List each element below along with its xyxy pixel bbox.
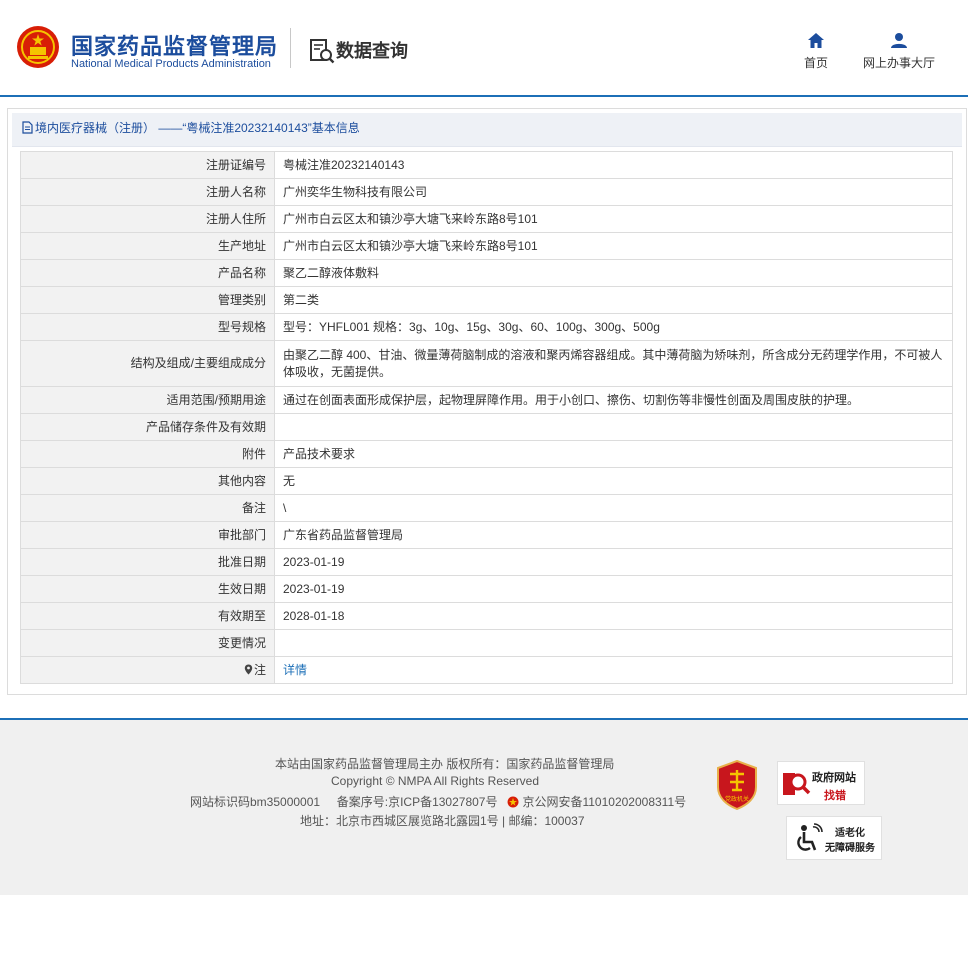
note-label-cell: 注	[20, 656, 275, 684]
row-value: 广东省药品监督管理局	[274, 521, 953, 549]
row-value: 第二类	[274, 286, 953, 314]
footer-copyright: Copyright © NMPA All Rights Reserved	[331, 774, 540, 788]
row-label: 审批部门	[20, 521, 275, 549]
footer-police-link[interactable]: 京公网安备11010202008311号	[522, 795, 686, 809]
table-row: 有效期至 2028-01-18	[20, 602, 953, 630]
org-name-cn[interactable]: 国家药品监督管理局	[71, 29, 278, 61]
nav-hall-label: 网上办事大厅	[862, 56, 935, 70]
nav-home[interactable]: 首页	[800, 32, 832, 71]
nav-online-service-hall[interactable]: 网上办事大厅	[856, 32, 942, 71]
user-icon	[891, 33, 907, 48]
row-label: 注册人住所	[20, 205, 275, 233]
row-label: 变更情况	[20, 629, 275, 657]
location-pin-icon	[244, 664, 253, 674]
table-row: 管理类别 第二类	[20, 286, 953, 314]
footer-address: 地址：北京市西城区展览路北露园1号 | 邮编：100037	[300, 814, 585, 828]
row-label: 备注	[20, 494, 275, 522]
row-value: 2023-01-19	[274, 575, 953, 603]
gov-website-error-badge[interactable]: 政府网站 找错	[777, 761, 865, 805]
gov-badge-title: 政府网站	[812, 772, 856, 784]
table-row: 型号规格 型号：YHFL001 规格：3g、10g、15g、30g、60、100g…	[20, 313, 953, 341]
row-value: 2023-01-19	[274, 548, 953, 576]
acc-badge-title: 适老化	[835, 828, 865, 839]
row-value: 产品技术要求	[274, 440, 953, 468]
org-name-en[interactable]: National Medical Products Administration	[71, 58, 271, 70]
row-value: 广州奕华生物科技有限公司	[274, 178, 953, 206]
table-row: 产品储存条件及有效期	[20, 413, 953, 441]
row-value: \	[274, 494, 953, 522]
table-row: 变更情况	[20, 629, 953, 657]
row-label: 生效日期	[20, 575, 275, 603]
table-row-note: 注 详情	[20, 656, 953, 684]
row-label: 适用范围/预期用途	[20, 386, 275, 414]
row-label: 注册人名称	[20, 178, 275, 206]
row-label: 产品储存条件及有效期	[20, 413, 275, 441]
accessibility-service-badge[interactable]: 适老化 无障碍服务	[786, 816, 882, 860]
row-value: 型号：YHFL001 规格：3g、10g、15g、30g、60、100g、300…	[274, 313, 953, 341]
row-value: 由聚乙二醇 400、甘油、微量薄荷脑制成的溶液和聚丙烯容器组成。其中薄荷脑为矫味…	[274, 340, 953, 387]
row-value: 广州市白云区太和镇沙亭大塘飞来岭东路8号101	[274, 205, 953, 233]
footer-site-id: 网站标识码bm35000001	[190, 795, 321, 809]
note-detail-link[interactable]: 详情	[283, 663, 307, 677]
gov-badge-subtitle: 找错	[824, 790, 846, 802]
row-value: 无	[274, 467, 953, 495]
document-icon	[22, 121, 33, 134]
row-value	[274, 629, 953, 657]
header-divider	[290, 28, 291, 68]
row-label: 批准日期	[20, 548, 275, 576]
site-footer: 本站由国家药品监督管理局主办 版权所有：国家药品监督管理局 Copyright …	[0, 720, 968, 895]
note-value-cell: 详情	[274, 656, 953, 684]
party-government-badge[interactable]: 党政机关	[716, 760, 758, 810]
row-label: 管理类别	[20, 286, 275, 314]
table-row: 其他内容无	[20, 467, 953, 495]
info-table: 注册证编号 粤械注准20232140143 注册人名称 广州奕华生物科技有限公司 注…	[20, 151, 953, 684]
party-badge-text: 党政机关	[725, 795, 749, 803]
footer-icp-link[interactable]: 备案序号:京ICP备13027807号	[337, 795, 498, 809]
site-header: 国家药品监督管理局 National Medical Products Admi…	[0, 0, 968, 95]
basic-info-panel: 境内医疗器械（注册） ——“粤械注准20232140143”基本信息 注册证编号…	[7, 108, 967, 695]
footer-registration: 网站标识码bm35000001 备案序号:京ICP备13027807号 京公网安…	[190, 793, 686, 810]
row-value: 通过在创面表面形成保护层，起物理屏障作用。用于小创口、擦伤、切割伤等非慢性创面及…	[274, 386, 953, 414]
row-label: 型号规格	[20, 313, 275, 341]
row-value: 2028-01-18	[274, 602, 953, 630]
table-row: 附件 产品技术要求	[20, 440, 953, 468]
section-title: 数据查询	[336, 41, 408, 61]
table-row: 注册证编号 粤械注准20232140143	[20, 151, 953, 179]
header-accent-bar	[0, 95, 968, 97]
table-row: 注册人名称 广州奕华生物科技有限公司	[20, 178, 953, 206]
row-value	[274, 413, 953, 441]
row-label: 有效期至	[20, 602, 275, 630]
table-row: 批准日期 2023-01-19	[20, 548, 953, 576]
table-row: 结构及组成/主要组成成分 由聚乙二醇 400、甘油、微量薄荷脑制成的溶液和聚丙烯容…	[20, 340, 953, 387]
row-value: 广州市白云区太和镇沙亭大塘飞来岭东路8号101	[274, 232, 953, 260]
table-row: 生产地址 广州市白云区太和镇沙亭大塘飞来岭东路8号101	[20, 232, 953, 260]
panel-title-text: 境内医疗器械（注册） ——“粤械注准20232140143”基本信息	[35, 121, 360, 135]
home-icon	[808, 33, 824, 48]
nav-home-label: 首页	[803, 56, 828, 70]
row-value: 聚乙二醇液体敷料	[274, 259, 953, 287]
table-row: 产品名称 聚乙二醇液体敷料	[20, 259, 953, 287]
table-row: 审批部门 广东省药品监督管理局	[20, 521, 953, 549]
table-row: 注册人住所 广州市白云区太和镇沙亭大塘飞来岭东路8号101	[20, 205, 953, 233]
table-row: 适用范围/预期用途 通过在创面表面形成保护层，起物理屏障作用。用于小创口、擦伤、切…	[20, 386, 953, 414]
row-value: 粤械注准20232140143	[274, 151, 953, 179]
table-row: 备注 \	[20, 494, 953, 522]
row-label: 其他内容	[20, 467, 275, 495]
row-label: 生产地址	[20, 232, 275, 260]
note-label: 注	[253, 662, 266, 677]
row-label: 注册证编号	[20, 151, 275, 179]
row-label: 附件	[20, 440, 275, 468]
accessibility-icon	[797, 823, 823, 851]
row-label: 产品名称	[20, 259, 275, 287]
footer-host: 本站由国家药品监督管理局主办 版权所有：国家药品监督管理局	[275, 757, 615, 771]
police-emblem-icon	[507, 796, 519, 808]
panel-title: 境内医疗器械（注册） ——“粤械注准20232140143”基本信息	[12, 113, 962, 147]
table-row: 生效日期 2023-01-19	[20, 575, 953, 603]
data-query-icon	[310, 39, 335, 64]
national-emblem-icon[interactable]	[16, 25, 60, 69]
magnifier-icon	[783, 773, 811, 795]
acc-badge-subtitle: 无障碍服务	[825, 843, 875, 854]
row-label: 结构及组成/主要组成成分	[20, 340, 275, 387]
